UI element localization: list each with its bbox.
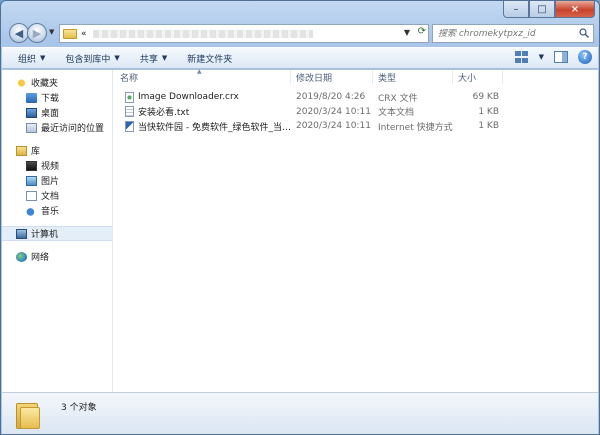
file-size: 69 KB xyxy=(472,92,499,103)
change-view-icon[interactable] xyxy=(514,51,529,63)
preview-pane-icon[interactable] xyxy=(554,51,568,63)
file-row[interactable]: Image Downloader.crx 2019/8/20 4:26 CRX … xyxy=(115,90,598,105)
file-name: Image Downloader.crx xyxy=(138,92,239,103)
folder-icon xyxy=(16,399,42,429)
address-overflow[interactable]: « xyxy=(81,29,87,39)
nav-documents[interactable]: 文档 xyxy=(2,188,112,203)
desktop-icon xyxy=(26,107,37,118)
chevron-down-icon: ▼ xyxy=(161,54,168,62)
organize-button[interactable]: 组织 ▼ xyxy=(8,49,55,67)
nav-network[interactable]: 网络 xyxy=(2,249,112,264)
arrow-left-icon: ◀ xyxy=(14,26,24,40)
nav-music[interactable]: 音乐 xyxy=(2,203,112,218)
search-icon[interactable] xyxy=(579,28,589,38)
nav-libraries[interactable]: 库 xyxy=(2,143,112,158)
column-date-modified[interactable]: 修改日期 xyxy=(291,70,373,84)
internet-shortcut-icon xyxy=(125,120,134,132)
text-file-icon xyxy=(125,106,134,118)
close-button[interactable]: × xyxy=(555,1,595,18)
command-bar: 组织 ▼ 包含到库中 ▼ 共享 ▼ 新建文件夹 ▼ ? xyxy=(2,47,598,69)
recent-pages-dropdown[interactable]: ▼ xyxy=(49,28,54,36)
details-pane: 3 个对象 xyxy=(2,392,598,434)
sort-ascending-icon: ▲ xyxy=(197,68,202,75)
content-area: 收藏夹 下载 桌面 最近访问的位置 库 视频 图片 文档 音乐 计算机 网络 名… xyxy=(2,68,598,392)
search-input[interactable] xyxy=(438,28,568,39)
file-name: 当快软件园 - 免费软件_绿色软件_当快软... xyxy=(138,122,291,133)
address-dropdown-icon[interactable]: ▼ xyxy=(404,28,410,37)
nav-favorites[interactable]: 收藏夹 xyxy=(2,75,112,90)
chevron-down-icon: ▼ xyxy=(114,54,120,62)
file-date: 2020/3/24 10:11 xyxy=(296,121,371,132)
file-size: 1 KB xyxy=(478,106,499,117)
file-date: 2020/3/24 10:11 xyxy=(296,106,371,117)
network-icon xyxy=(16,251,27,262)
file-type: 文本文档 xyxy=(378,108,415,119)
address-path-redacted xyxy=(92,29,313,38)
refresh-icon[interactable]: ⟳ xyxy=(418,26,426,37)
folder-icon xyxy=(63,28,77,39)
view-controls: ▼ ? xyxy=(514,50,592,64)
back-button[interactable]: ◀ xyxy=(9,23,29,43)
include-in-library-button[interactable]: 包含到库中 ▼ xyxy=(55,49,129,67)
recent-places-icon xyxy=(26,122,37,133)
pictures-library-icon xyxy=(26,175,37,186)
nav-downloads[interactable]: 下载 xyxy=(2,90,112,105)
navigation-pane[interactable]: 收藏夹 下载 桌面 最近访问的位置 库 视频 图片 文档 音乐 计算机 网络 xyxy=(2,70,113,392)
search-box[interactable] xyxy=(432,24,594,43)
nav-desktop[interactable]: 桌面 xyxy=(2,105,112,120)
nav-videos[interactable]: 视频 xyxy=(2,158,112,173)
arrow-right-icon: ▶ xyxy=(32,26,42,40)
nav-computer[interactable]: 计算机 xyxy=(2,226,112,241)
star-icon xyxy=(16,77,27,88)
nav-pictures[interactable]: 图片 xyxy=(2,173,112,188)
file-type: CRX 文件 xyxy=(378,93,418,104)
chevron-down-icon: ▼ xyxy=(40,54,46,62)
maximize-button[interactable]: □ xyxy=(529,1,555,18)
column-header: 名称 ▲ 修改日期 类型 大小 xyxy=(115,68,598,84)
minimize-button[interactable]: – xyxy=(503,1,529,18)
share-button[interactable]: 共享 ▼ xyxy=(130,49,177,67)
navigation-row: ◀ ▶ ▼ « ▼ ⟳ xyxy=(7,22,594,44)
address-bar[interactable]: « ▼ ⟳ xyxy=(59,24,429,43)
forward-button[interactable]: ▶ xyxy=(27,23,47,43)
library-icon xyxy=(16,145,27,156)
column-size[interactable]: 大小 xyxy=(453,70,503,84)
caption-buttons: – □ × xyxy=(503,1,595,18)
file-name: 安装必看.txt xyxy=(138,108,190,119)
file-size: 1 KB xyxy=(478,121,499,132)
file-date: 2019/8/20 4:26 xyxy=(296,92,366,103)
new-folder-button[interactable]: 新建文件夹 xyxy=(177,49,242,67)
file-rows: Image Downloader.crx 2019/8/20 4:26 CRX … xyxy=(115,90,598,134)
explorer-window: – □ × ◀ ▶ ▼ « ▼ ⟳ 组织▼ xyxy=(0,0,600,435)
crx-file-icon xyxy=(125,91,134,103)
item-count: 3 个对象 xyxy=(61,403,97,413)
video-library-icon xyxy=(26,160,37,171)
column-name[interactable]: 名称 ▲ xyxy=(115,68,291,84)
downloads-folder-icon xyxy=(26,92,37,103)
column-type[interactable]: 类型 xyxy=(373,70,453,84)
file-row[interactable]: 当快软件园 - 免费软件_绿色软件_当快软... 2020/3/24 10:11… xyxy=(115,119,598,134)
file-list[interactable]: 名称 ▲ 修改日期 类型 大小 Image Downloader.crx 201… xyxy=(115,68,598,392)
nav-recent-places[interactable]: 最近访问的位置 xyxy=(2,120,112,135)
music-library-icon xyxy=(26,205,37,216)
documents-library-icon xyxy=(26,190,37,201)
view-options-dropdown[interactable]: ▼ xyxy=(539,53,544,61)
file-type: Internet 快捷方式 xyxy=(378,122,453,133)
computer-icon xyxy=(16,228,27,239)
help-icon[interactable]: ? xyxy=(578,50,592,64)
file-row[interactable]: 安装必看.txt 2020/3/24 10:11 文本文档 1 KB xyxy=(115,105,598,120)
